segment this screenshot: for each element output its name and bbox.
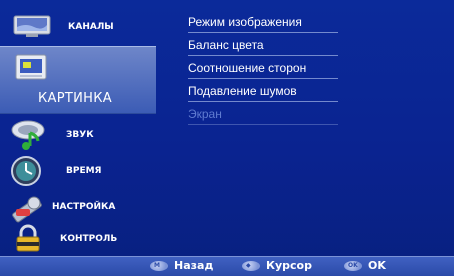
divider: [188, 101, 338, 102]
submenu-item-label: Подавление шумов: [188, 84, 297, 98]
submenu-item-label: Соотношение сторон: [188, 61, 307, 75]
menu-item-control[interactable]: КОНТРОЛЬ: [0, 224, 156, 254]
picture-submenu: Режим изображения Баланс цвета Соотношен…: [170, 0, 454, 255]
menu-button-icon: M: [150, 260, 168, 271]
menu-item-picture[interactable]: КАРТИНКА: [0, 46, 156, 114]
settings-icon: [8, 191, 48, 226]
sound-icon: [10, 119, 50, 154]
submenu-item-noise-reduction[interactable]: Подавление шумов: [188, 84, 338, 102]
ok-button-icon: OK: [344, 260, 362, 271]
menu-item-settings[interactable]: НАСТРОЙКА: [0, 190, 156, 224]
menu-item-label: ВРЕМЯ: [66, 166, 102, 176]
submenu-item-color-balance[interactable]: Баланс цвета: [188, 38, 338, 56]
cursor-label: Курсор: [266, 259, 312, 272]
back-hint[interactable]: M Назад: [150, 259, 213, 272]
submenu-item-picture-mode[interactable]: Режим изображения: [188, 15, 338, 33]
menu-item-time[interactable]: ВРЕМЯ: [0, 154, 156, 188]
arrows-button-icon: ◆: [242, 260, 260, 271]
submenu-item-label: Режим изображения: [188, 15, 302, 29]
back-label: Назад: [174, 259, 214, 272]
monitor-icon: [12, 14, 54, 43]
bottom-hint-bar: M Назад ◆ Курсор OK OK: [0, 256, 454, 276]
submenu-item-label: Баланс цвета: [188, 38, 264, 52]
divider: [188, 55, 338, 56]
ok-hint[interactable]: OK OK: [344, 259, 386, 272]
divider: [188, 32, 338, 33]
menu-item-label: КОНТРОЛЬ: [60, 234, 118, 244]
main-menu: КАНАЛЫ КАРТИНКА ЗВУК ВРЕМЯ НАСТРОЙКА КОН…: [0, 0, 160, 255]
submenu-item-label: Экран: [188, 107, 222, 121]
divider: [188, 124, 338, 125]
menu-item-label: ЗВУК: [66, 130, 94, 140]
menu-item-channels[interactable]: КАНАЛЫ: [0, 10, 156, 44]
picture-icon: [14, 53, 50, 88]
ok-label: OK: [368, 259, 386, 272]
menu-item-label: НАСТРОЙКА: [52, 202, 116, 212]
menu-item-sound[interactable]: ЗВУК: [0, 118, 156, 152]
submenu-item-screen: Экран: [188, 107, 338, 125]
menu-item-label: КАНАЛЫ: [68, 22, 114, 32]
divider: [188, 78, 338, 79]
menu-item-label: КАРТИНКА: [38, 91, 112, 106]
lock-icon: [12, 224, 44, 257]
clock-icon: [10, 155, 44, 190]
submenu-item-aspect-ratio[interactable]: Соотношение сторон: [188, 61, 338, 79]
cursor-hint[interactable]: ◆ Курсор: [242, 259, 312, 272]
